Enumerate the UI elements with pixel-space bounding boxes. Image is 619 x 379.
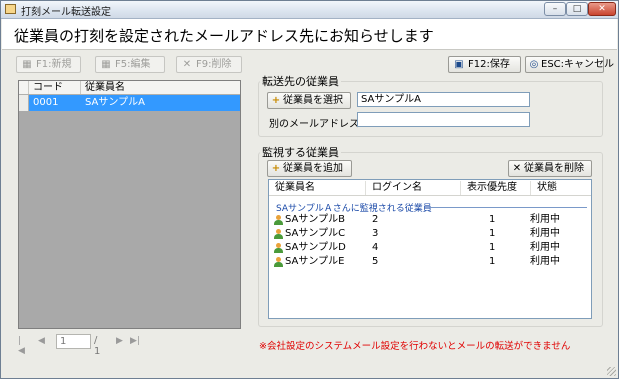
list-item-login: 2 — [372, 214, 379, 225]
list-item-status: 利用中 — [530, 214, 560, 225]
list-item-status: 利用中 — [530, 256, 560, 267]
resize-grip[interactable] — [607, 367, 616, 376]
select-employee-label: 従業員を選択 — [283, 95, 343, 106]
select-employee-icon: + — [271, 95, 281, 106]
forward-employee-field[interactable]: SAサンプルA — [357, 92, 530, 107]
monitored-employee-list[interactable]: 従業員名 ログイン名 表示優先度 状態 SAサンプルＡさんに監視される従業員 S… — [268, 179, 592, 319]
alt-email-field[interactable] — [357, 112, 530, 127]
title-bar: 打刻メール転送設定 – □ ✕ — [1, 1, 618, 19]
list-item-name: SAサンプルD — [285, 242, 346, 253]
cancel-button-label: ESC:キャンセル — [541, 59, 615, 70]
list-item-priority: 1 — [489, 256, 496, 267]
save-button-label: F12:保存 — [468, 59, 510, 70]
app-icon — [5, 4, 16, 14]
list-item-login: 3 — [372, 228, 379, 239]
new-icon: ▦ — [22, 59, 32, 70]
grid-col-name[interactable]: 従業員名 — [81, 81, 240, 94]
edit-button[interactable]: ▦ F5:編集 — [95, 56, 165, 73]
employee-grid-header: コード 従業員名 — [19, 81, 240, 95]
delete-icon: ✕ — [182, 59, 192, 70]
delete-button[interactable]: ✕ F9:削除 — [176, 56, 242, 73]
edit-icon: ▦ — [101, 59, 111, 70]
list-item-name: SAサンプルB — [285, 214, 345, 225]
list-item-name: SAサンプルC — [285, 228, 346, 239]
group-divider — [429, 207, 587, 208]
user-icon — [274, 229, 283, 239]
save-button[interactable]: ▣ F12:保存 — [448, 56, 521, 73]
main-window: 打刻メール転送設定 – □ ✕ 従業員の打刻を設定されたメールアドレス先にお知ら… — [0, 0, 619, 379]
list-col-priority[interactable]: 表示優先度 — [461, 181, 531, 195]
list-item[interactable]: SAサンプルC 3 1 利用中 — [269, 227, 591, 241]
list-item-status: 利用中 — [530, 242, 560, 253]
new-button[interactable]: ▦ F1:新規 — [16, 56, 81, 73]
list-item-name: SAサンプルE — [285, 256, 345, 267]
add-employee-icon: + — [271, 163, 281, 174]
remove-employee-label: 従業員を削除 — [524, 163, 584, 174]
employee-code-cell: 0001 — [33, 97, 59, 108]
close-button[interactable]: ✕ — [588, 2, 616, 16]
page-number-input[interactable]: 1 — [56, 334, 91, 349]
save-icon: ▣ — [454, 59, 464, 70]
new-button-label: F1:新規 — [36, 59, 72, 70]
employee-name-cell: SAサンプルA — [85, 97, 145, 108]
list-item-login: 5 — [372, 256, 379, 267]
forward-target-label: 転送先の従業員 — [260, 73, 341, 89]
grid-corner — [19, 81, 29, 94]
page-header: 従業員の打刻を設定されたメールアドレス先にお知らせします — [2, 19, 617, 50]
delete-button-label: F9:削除 — [196, 59, 232, 70]
list-item[interactable]: SAサンプルD 4 1 利用中 — [269, 241, 591, 255]
employee-grid[interactable]: コード 従業員名 0001 SAサンプルA — [18, 80, 241, 329]
row-header — [19, 95, 29, 111]
list-col-status[interactable]: 状態 — [531, 181, 591, 195]
list-item[interactable]: SAサンプルE 5 1 利用中 — [269, 255, 591, 269]
window-title: 打刻メール転送設定 — [21, 7, 111, 18]
user-icon — [274, 257, 283, 267]
remove-employee-button[interactable]: ✕ 従業員を削除 — [508, 160, 592, 177]
minimize-button[interactable]: – — [544, 2, 566, 16]
user-icon — [274, 215, 283, 225]
list-item-priority: 1 — [489, 228, 496, 239]
page-total: / 1 — [94, 335, 101, 357]
select-employee-button[interactable]: + 従業員を選択 — [267, 92, 351, 109]
add-employee-button[interactable]: + 従業員を追加 — [267, 160, 352, 177]
remove-employee-icon: ✕ — [512, 163, 522, 174]
next-page-button[interactable]: ▶ — [116, 336, 123, 346]
cancel-button[interactable]: ◎ ESC:キャンセル — [525, 56, 614, 73]
last-page-button[interactable]: ▶| — [130, 336, 140, 346]
monitored-list-header: 従業員名 ログイン名 表示優先度 状態 — [269, 180, 591, 196]
first-page-button[interactable]: |◀ — [18, 336, 25, 356]
list-item-priority: 1 — [489, 214, 496, 225]
list-item-priority: 1 — [489, 242, 496, 253]
list-item-status: 利用中 — [530, 228, 560, 239]
list-item-login: 4 — [372, 242, 379, 253]
alt-email-label: 別のメールアドレス — [269, 119, 359, 130]
add-employee-label: 従業員を追加 — [283, 163, 343, 174]
user-icon — [274, 243, 283, 253]
list-col-name[interactable]: 従業員名 — [269, 181, 366, 195]
list-col-login[interactable]: ログイン名 — [366, 181, 461, 195]
employee-grid-row[interactable]: 0001 SAサンプルA — [19, 95, 240, 111]
cancel-icon: ◎ — [529, 59, 539, 70]
warning-message: ※会社設定のシステムメール設定を行わないとメールの転送ができません — [259, 341, 571, 352]
edit-button-label: F5:編集 — [115, 59, 151, 70]
page-title: 従業員の打刻を設定されたメールアドレス先にお知らせします — [14, 27, 434, 45]
monitored-group-label: 監視する従業員 — [260, 144, 341, 160]
maximize-button[interactable]: □ — [566, 2, 588, 16]
prev-page-button[interactable]: ◀ — [38, 336, 45, 346]
list-item[interactable]: SAサンプルB 2 1 利用中 — [269, 213, 591, 227]
grid-col-code[interactable]: コード — [29, 81, 81, 94]
